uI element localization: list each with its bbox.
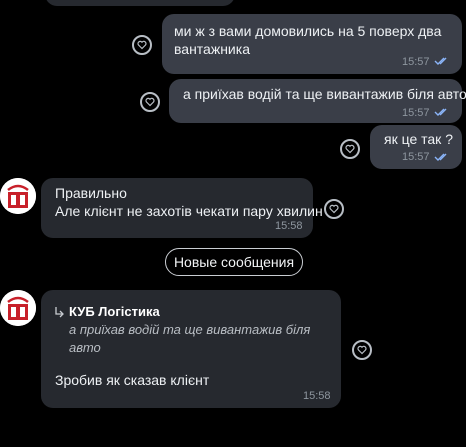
message-time: 15:57 bbox=[402, 56, 430, 68]
reply-quote-line: а приїхав водій та ще вивантажив біля bbox=[69, 322, 311, 337]
heart-outline-icon bbox=[145, 97, 155, 107]
message-text-line: Правильно bbox=[55, 185, 127, 201]
message-text-line: а приїхав водій та ще вивантажив біля ав… bbox=[183, 86, 466, 102]
heart-outline-icon bbox=[137, 40, 147, 50]
reaction-heart-icon[interactable] bbox=[324, 199, 344, 219]
double-check-icon bbox=[434, 108, 447, 116]
reaction-heart-icon[interactable] bbox=[352, 340, 372, 360]
new-messages-label: Новые сообщения bbox=[173, 254, 295, 270]
message-time: 15:57 bbox=[402, 151, 430, 163]
heart-outline-icon bbox=[329, 204, 339, 214]
reaction-heart-icon[interactable] bbox=[340, 139, 360, 159]
outgoing-message[interactable]: ми ж з вами домовились на 5 поверх два в… bbox=[162, 14, 462, 74]
message-time: 15:58 bbox=[303, 390, 331, 402]
incoming-message[interactable]: Правильно Але клієнт не захотів чекати п… bbox=[41, 178, 323, 238]
outgoing-message[interactable]: як це так ? 15:57 bbox=[370, 125, 462, 169]
incoming-message[interactable]: КУБ Логістика а приїхав водій та ще вива… bbox=[41, 290, 341, 408]
heart-outline-icon bbox=[345, 144, 355, 154]
reply-author: КУБ Логістика bbox=[69, 304, 160, 319]
partial-message-bubble bbox=[45, 0, 235, 6]
reply-quote[interactable]: КУБ Логістика а приїхав водій та ще вива… bbox=[41, 290, 341, 362]
reaction-heart-icon[interactable] bbox=[132, 35, 152, 55]
outgoing-message[interactable]: а приїхав водій та ще вивантажив біля ав… bbox=[169, 79, 466, 123]
new-messages-button[interactable]: Новые сообщения bbox=[165, 248, 303, 276]
reply-arrow-icon bbox=[55, 307, 64, 318]
reply-quote-line: авто bbox=[69, 340, 101, 355]
double-check-icon bbox=[434, 57, 447, 65]
message-time: 15:57 bbox=[402, 107, 430, 119]
message-text-line: Але клієнт не захотів чекати пару хвилин bbox=[55, 203, 323, 219]
company-logo-icon bbox=[0, 178, 36, 214]
message-text-line: вантажника bbox=[174, 41, 250, 57]
message-text-line: ми ж з вами домовились на 5 поверх два bbox=[174, 23, 442, 39]
company-logo-icon bbox=[0, 290, 36, 326]
message-text-line: як це так ? bbox=[384, 131, 453, 147]
double-check-icon bbox=[434, 153, 447, 161]
message-text: Зробив як сказав клієнт bbox=[55, 372, 210, 388]
heart-outline-icon bbox=[357, 345, 367, 355]
avatar[interactable] bbox=[0, 290, 36, 326]
avatar[interactable] bbox=[0, 178, 36, 214]
reaction-heart-icon[interactable] bbox=[140, 92, 160, 112]
message-time: 15:58 bbox=[275, 220, 303, 232]
